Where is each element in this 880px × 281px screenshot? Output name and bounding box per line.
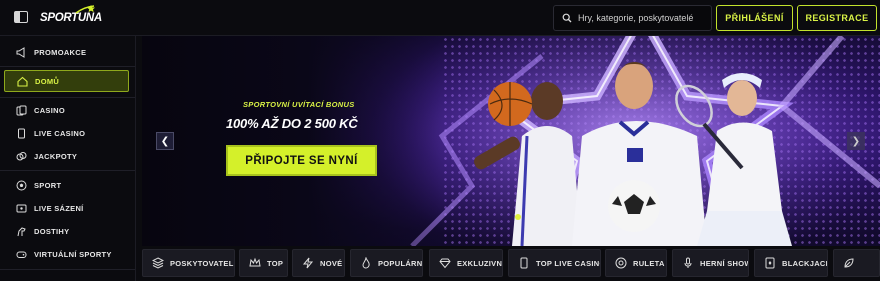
join-now-button[interactable]: PŘIPOJTE SE NYNÍ	[226, 145, 377, 176]
hero-left-overlay	[142, 36, 442, 246]
lightning-icon	[302, 257, 314, 269]
sidebar-item-live-sazeni[interactable]: LIVE SÁZENÍ	[4, 197, 129, 219]
live-icon	[16, 203, 27, 214]
category-label: NOVÉ	[320, 258, 343, 268]
sidebar-toggle-icon[interactable]	[14, 11, 28, 23]
sidebar-item-label: SPORT	[34, 180, 62, 190]
sidebar-item-label: LIVE SÁZENÍ	[34, 203, 84, 213]
login-button[interactable]: PŘIHLÁŠENÍ	[716, 5, 793, 31]
sidebar-divider	[0, 97, 135, 98]
carousel-prev-button[interactable]: ❮	[156, 132, 174, 150]
chevron-left-icon: ❮	[160, 135, 170, 147]
category-label: BLACKJACK	[782, 258, 828, 268]
sidebar-item-label: DOMŮ	[35, 76, 60, 86]
megaphone-icon	[16, 46, 27, 58]
sidebar: PROMOAKCE DOMŮ CASINO LIVE CASINO JACKPO…	[0, 36, 136, 281]
horse-icon	[16, 226, 27, 237]
category-exkluzivni[interactable]: EXKLUZIVNÍ	[429, 249, 503, 277]
category-ruleta[interactable]: RULETA	[605, 249, 667, 277]
category-top[interactable]: TOP	[239, 249, 288, 277]
phone-icon	[518, 257, 530, 269]
sidebar-item-promoakce[interactable]: PROMOAKCE	[4, 41, 129, 63]
top-bar: SPORTUNA PŘIHLÁŠENÍ REGISTRACE	[0, 0, 880, 36]
category-label: POSKYTOVATELÉ	[170, 258, 235, 268]
category-label: EXKLUZIVNÍ	[457, 258, 503, 268]
sidebar-item-label: CASINO	[34, 105, 65, 115]
sidebar-item-label: PROMOAKCE	[34, 47, 87, 57]
category-herni-show[interactable]: HERNÍ SHOW	[672, 249, 749, 277]
hero-banner[interactable]: ❮ ❯ SPORTOVNÍ UVÍTACÍ BONUS 100% AŽ DO 2…	[142, 36, 880, 246]
chevron-right-icon: ❯	[851, 135, 861, 147]
register-button[interactable]: REGISTRACE	[797, 5, 877, 31]
sidebar-divider	[0, 66, 135, 67]
sidebar-item-jackpoty[interactable]: JACKPOTY	[4, 145, 129, 167]
sidebar-divider	[0, 269, 135, 270]
roulette-icon	[615, 257, 627, 269]
category-label: HERNÍ SHOW	[700, 258, 749, 268]
sidebar-item-casino[interactable]: CASINO	[4, 99, 129, 121]
sidebar-item-dostihy[interactable]: DOSTIHY	[4, 220, 129, 242]
coins-icon	[16, 151, 27, 162]
crown-icon	[249, 257, 261, 269]
search-input[interactable]	[578, 13, 708, 23]
category-top-live-casino[interactable]: TOP LIVE CASINO	[508, 249, 601, 277]
category-poskytovatele[interactable]: POSKYTOVATELÉ	[142, 249, 235, 277]
flame-icon	[360, 257, 372, 269]
sidebar-item-virtualni-sporty[interactable]: VIRTUÁLNÍ SPORTY	[4, 243, 129, 265]
sidebar-item-label: DOSTIHY	[34, 226, 70, 236]
home-icon	[17, 76, 28, 87]
promo-title: 100% AŽ DO 2 500 KČ	[226, 116, 358, 131]
sidebar-divider	[0, 170, 135, 171]
category-blackjack[interactable]: BLACKJACK	[754, 249, 828, 277]
search-icon	[562, 13, 572, 23]
category-strip: POSKYTOVATELÉ TOP NOVÉ POPULÁRNÍ EXKLUZI…	[142, 249, 880, 277]
card-icon	[764, 257, 776, 269]
gamepad-icon	[16, 249, 27, 260]
category-label: RULETA	[633, 258, 665, 268]
sidebar-item-label: VIRTUÁLNÍ SPORTY	[34, 249, 112, 259]
category-nove[interactable]: NOVÉ	[292, 249, 345, 277]
promo-subtitle: SPORTOVNÍ UVÍTACÍ BONUS	[243, 100, 355, 109]
category-label: TOP	[267, 258, 284, 268]
football-icon	[16, 180, 27, 191]
leaf-icon	[843, 257, 855, 269]
category-more[interactable]	[833, 249, 880, 277]
microphone-icon	[682, 257, 694, 269]
sidebar-item-label: JACKPOTY	[34, 151, 78, 161]
sidebar-item-label: LIVE CASINO	[34, 128, 86, 138]
logo[interactable]: SPORTUNA	[40, 5, 102, 31]
cards-icon	[16, 105, 27, 116]
category-popularni[interactable]: POPULÁRNÍ	[350, 249, 423, 277]
sidebar-item-sport[interactable]: SPORT	[4, 174, 129, 196]
sidebar-item-live-casino[interactable]: LIVE CASINO	[4, 122, 129, 144]
category-label: POPULÁRNÍ	[378, 258, 423, 268]
search-box[interactable]	[553, 5, 712, 31]
category-label: TOP LIVE CASINO	[536, 258, 601, 268]
carousel-next-button[interactable]: ❯	[847, 132, 865, 150]
layers-icon	[152, 257, 164, 269]
logo-star-icon	[75, 5, 95, 14]
phone-icon	[16, 128, 27, 139]
diamond-icon	[439, 257, 451, 269]
sidebar-item-domu[interactable]: DOMŮ	[4, 70, 129, 92]
